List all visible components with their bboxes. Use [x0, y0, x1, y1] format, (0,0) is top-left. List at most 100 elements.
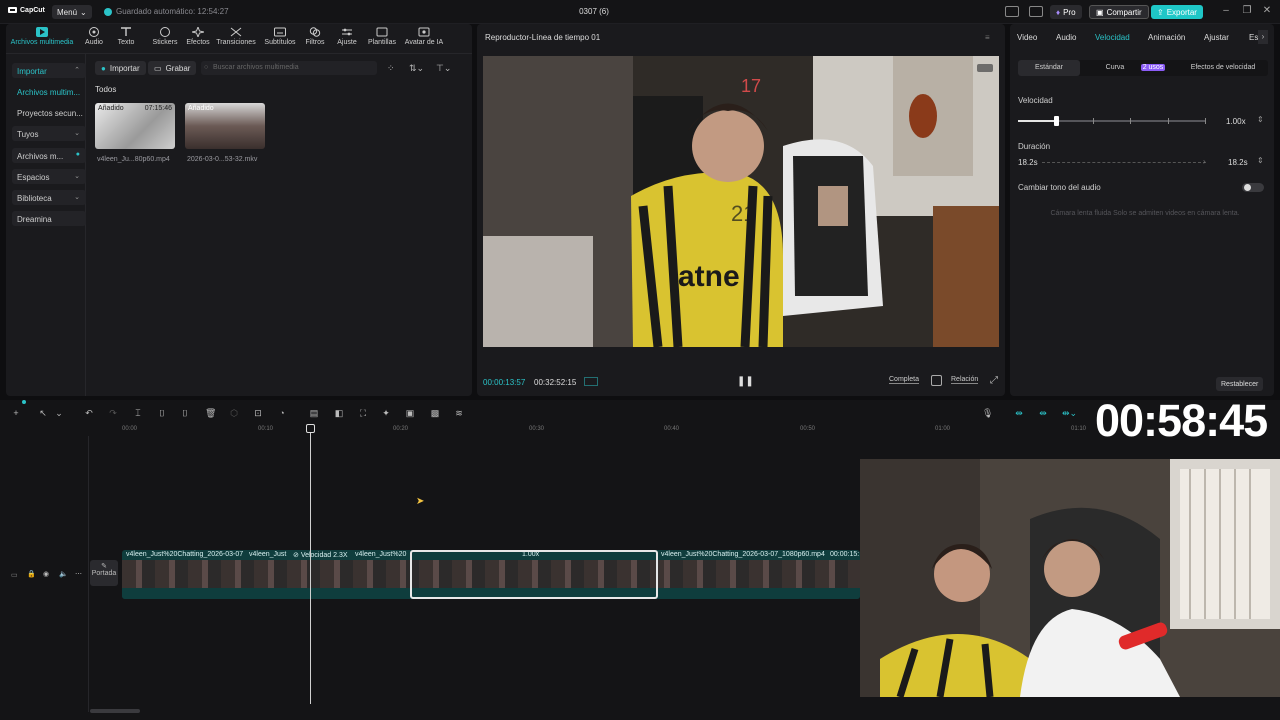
audio-wave-icon[interactable]: ≋ [454, 408, 464, 418]
record-button[interactable]: ▭ Grabar [148, 61, 197, 75]
chevron-down-icon: ⌄ [80, 7, 87, 17]
minimize-icon[interactable]: – [1219, 5, 1233, 16]
shield-icon[interactable]: ⬡ [229, 408, 239, 418]
stepper-icon[interactable]: ⇕ [1257, 115, 1264, 124]
search-input[interactable]: Buscar archivos multimedia [201, 61, 377, 75]
lock-icon[interactable]: 🔒 [27, 570, 36, 578]
reset-button[interactable]: Restablecer [1216, 377, 1264, 391]
stepper-icon[interactable]: ⇕ [1257, 156, 1264, 165]
eye-icon[interactable]: ◉ [43, 570, 49, 578]
chevron-down-icon[interactable]: ⌄ [54, 408, 64, 418]
time-ruler[interactable]: 00:00 00:10 00:20 00:30 00:40 00:50 01:0… [122, 426, 1122, 436]
chevron-right-icon[interactable]: › [1258, 30, 1268, 44]
playhead[interactable] [310, 424, 311, 704]
speaker-icon[interactable]: 🔈 [59, 570, 68, 578]
picture-icon[interactable]: ▩ [430, 408, 440, 418]
horizontal-scrollbar[interactable] [90, 709, 140, 713]
add-track-icon[interactable]: + [11, 408, 21, 418]
mode-speed-effects[interactable]: Efectos de velocidad [1178, 60, 1268, 76]
tab-audio[interactable]: Audio [1056, 33, 1076, 42]
tab-audio[interactable]: Audio [82, 27, 106, 46]
playhead-handle[interactable] [306, 424, 315, 433]
delete-icon[interactable]: 🗑 [205, 408, 216, 418]
diamond-icon: ♦ [1056, 7, 1061, 17]
project-title[interactable]: 0307 (6) [560, 7, 628, 16]
shortcuts-icon[interactable] [1029, 6, 1043, 17]
sidebar-item-dreamina[interactable]: Dreamina [12, 211, 86, 226]
maximize-icon[interactable]: ❐ [1240, 5, 1254, 16]
tab-video[interactable]: Video [1017, 33, 1037, 42]
pro-button[interactable]: ♦ Pro [1050, 5, 1082, 19]
split-right-icon[interactable]: ⌷ [180, 408, 190, 418]
video-preview[interactable]: 17 21 atne [483, 56, 999, 347]
tab-text[interactable]: Texto [114, 27, 138, 46]
mode-standard[interactable]: Estándar [1018, 60, 1080, 76]
cutout-icon[interactable]: ⛶ [358, 408, 368, 418]
preview-axis-icon[interactable]: ⇹⌄ [1062, 408, 1077, 418]
snap-icon[interactable]: ⇹ [1014, 408, 1024, 418]
more-icon[interactable]: ⋯ [75, 570, 82, 578]
export-button[interactable]: ⇪ Exportar [1151, 5, 1203, 19]
sidebar-item-media-files[interactable]: Archivos multim... [12, 84, 86, 99]
selected-clip[interactable] [410, 550, 658, 599]
track-thumbnail-icon[interactable]: ▭ [11, 571, 18, 579]
menu-button[interactable]: Menú ⌄ [52, 5, 92, 19]
ratio-button[interactable]: Relación [951, 376, 979, 384]
sidebar-item-secondary-projects[interactable]: Proyectos secun... [12, 105, 86, 120]
tab-transitions[interactable]: Transiciones [212, 27, 260, 46]
undo-icon[interactable]: ↶ [84, 408, 94, 418]
sidebar-item-yours[interactable]: Tuyos ⌄ [12, 126, 86, 141]
media-item-1[interactable]: Añadido 07:15:46 [95, 103, 175, 149]
cover-button[interactable]: ✎ Portada [90, 560, 118, 586]
microphone-icon[interactable]: 🎙 [982, 408, 993, 418]
duration-to[interactable]: 18.2s [1228, 158, 1248, 167]
sidebar-item-label: Biblioteca [17, 194, 52, 203]
fullscreen-icon[interactable]: ⤢ [990, 375, 998, 386]
sidebar-item-import[interactable]: Importar ⌃ [12, 63, 86, 78]
player-menu-icon[interactable]: ≡ [985, 33, 990, 42]
close-icon[interactable]: ✕ [1260, 5, 1274, 16]
freeze-icon[interactable]: ▤ [309, 408, 319, 418]
tab-label: Filtros [305, 39, 325, 46]
tab-media[interactable]: Archivos multimedia [8, 27, 76, 46]
sidebar-item-spaces[interactable]: Espacios ⌄ [12, 169, 86, 184]
tab-adjust[interactable]: Ajuste [334, 27, 360, 46]
import-button[interactable]: ● Importar [95, 61, 146, 75]
crop-icon[interactable] [931, 375, 942, 386]
tab-templates[interactable]: Plantillas [362, 27, 402, 46]
tab-effects[interactable]: Efectos [184, 27, 212, 46]
filter-icon[interactable]: ⊤⌄ [436, 63, 451, 74]
mode-curve[interactable]: Curva [1098, 60, 1132, 76]
sort-icon[interactable]: ⇅⌄ [409, 63, 424, 74]
link-icon[interactable]: ⇹ [1038, 408, 1048, 418]
magic-icon[interactable]: ✦ [381, 408, 391, 418]
sidebar-item-media-files-2[interactable]: Archivos m... ● [12, 148, 86, 163]
speed-value[interactable]: 1.00x [1226, 117, 1246, 126]
captions-icon[interactable]: ▣ [405, 408, 415, 418]
pitch-toggle[interactable] [1242, 183, 1264, 192]
share-button[interactable]: ▣ Compartir [1089, 5, 1149, 19]
split-left-icon[interactable]: ⌷ [157, 408, 167, 418]
tab-more[interactable]: Es [1249, 33, 1258, 42]
layout-icon[interactable] [1005, 6, 1019, 17]
pause-icon[interactable]: ❚❚ [737, 376, 754, 387]
tab-subtitles[interactable]: Subtítulos [262, 27, 298, 46]
tab-stickers[interactable]: Stickers [148, 27, 182, 46]
select-tool-icon[interactable]: ↖ [38, 408, 48, 418]
tab-animation[interactable]: Animación [1148, 33, 1185, 42]
redo-icon[interactable]: ↷ [108, 408, 118, 418]
split-icon[interactable]: ⌶ [133, 408, 143, 418]
tab-adjust[interactable]: Ajustar [1204, 33, 1229, 42]
tab-filters[interactable]: Filtros [302, 27, 328, 46]
tab-ai-avatar[interactable]: Avatar de IA [398, 27, 450, 46]
full-quality-button[interactable]: Completa [889, 376, 919, 384]
speed-slider-handle[interactable] [1053, 116, 1059, 126]
sidebar-item-library[interactable]: Biblioteca ⌄ [12, 190, 86, 205]
grid-view-icon[interactable]: ⁘ [387, 63, 395, 74]
mirror-icon[interactable]: ◧ [334, 408, 344, 418]
speed-slider[interactable] [1018, 116, 1206, 126]
media-item-2[interactable]: Añadido [185, 103, 265, 149]
tab-speed[interactable]: Velocidad [1095, 33, 1130, 42]
speed-icon[interactable]: ◔ [277, 408, 287, 418]
crop-icon[interactable]: ⊡ [253, 408, 263, 418]
